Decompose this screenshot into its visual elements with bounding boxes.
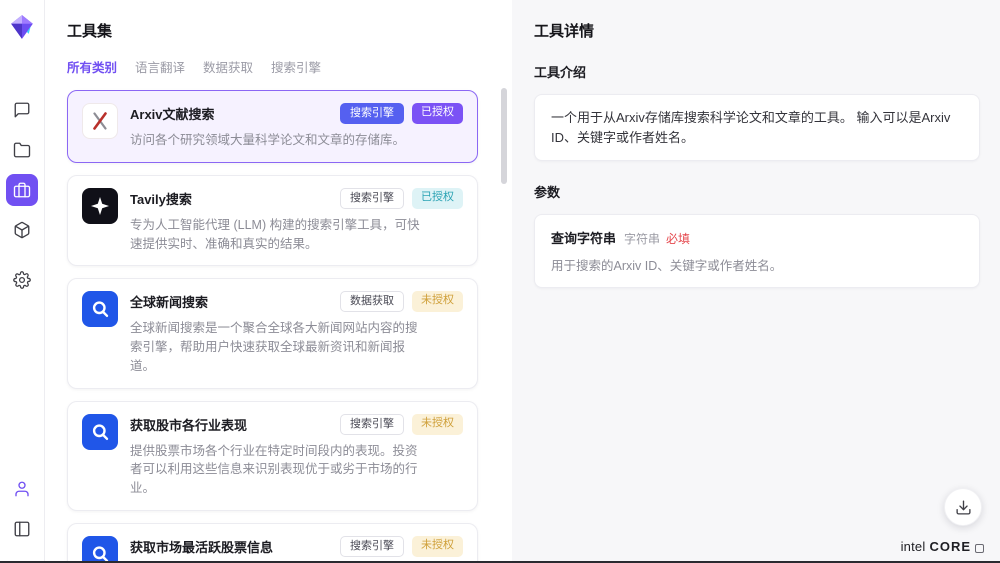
sidebar-item-files[interactable] <box>6 134 38 166</box>
tool-card-1[interactable]: Tavily搜索 搜索引擎已授权专为人工智能代理 (LLM) 构建的搜索引擎工具，… <box>67 175 478 267</box>
tool-description: 提供股票市场各个行业在特定时间段内的表现。投资者可以利用这些信息来识别表现优于或… <box>130 442 425 498</box>
tool-description: 访问各个研究领域大量科学论文和文章的存储库。 <box>130 131 425 150</box>
core-wordmark: CORE <box>929 539 971 554</box>
scrollbar-thumb[interactable] <box>501 88 507 184</box>
tool-name: 获取市场最活跃股票信息 <box>130 537 273 556</box>
tool-name: 全球新闻搜索 <box>130 292 208 311</box>
tool-name: Tavily搜索 <box>130 189 192 208</box>
param-card-0: 查询字符串字符串必填用于搜索的Arxiv ID、关键字或作者姓名。 <box>534 214 980 288</box>
sidebar-bottom-group <box>6 473 38 553</box>
app-logo-icon <box>9 14 35 40</box>
category-badge: 搜索引擎 <box>340 536 404 557</box>
intro-text: 一个用于从Arxiv存储库搜索科学论文和文章的工具。 输入可以是Arxiv ID… <box>551 108 963 147</box>
params-section-title: 参数 <box>534 182 980 201</box>
tab-3[interactable]: 搜索引擎 <box>271 57 321 76</box>
user-icon <box>13 480 31 498</box>
tool-description: 全球新闻搜索是一个聚合全球各大新闻网站内容的搜索引擎，帮助用户快速获取全球最新资… <box>130 319 425 375</box>
layout-sidebar-icon <box>13 520 31 538</box>
intro-section-title: 工具介绍 <box>534 62 980 81</box>
tool-detail-panel: 工具详情 工具介绍 一个用于从Arxiv存储库搜索科学论文和文章的工具。 输入可… <box>512 0 1000 563</box>
tool-card-body: 获取股市各行业表现 搜索引擎未授权提供股票市场各个行业在特定时间段内的表现。投资者… <box>130 414 463 498</box>
cube-icon <box>13 221 31 239</box>
sidebar <box>0 0 45 563</box>
intel-core-logo: intel CORE <box>901 539 984 554</box>
news-icon <box>82 414 118 450</box>
tool-card-2[interactable]: 全球新闻搜索 数据获取未授权全球新闻搜索是一个聚合全球各大新闻网站内容的搜索引擎，… <box>67 278 478 388</box>
sidebar-item-apps[interactable] <box>6 214 38 246</box>
tool-card-body: 全球新闻搜索 数据获取未授权全球新闻搜索是一个聚合全球各大新闻网站内容的搜索引擎，… <box>130 291 463 375</box>
tool-list-title: 工具集 <box>67 20 478 41</box>
auth-status-badge: 已授权 <box>412 188 463 209</box>
auth-status-badge: 未授权 <box>412 291 463 312</box>
sidebar-item-tools[interactable] <box>6 174 38 206</box>
tool-card-list: Arxiv文献搜索搜索引擎已授权访问各个研究领域大量科学论文和文章的存储库。Ta… <box>67 90 478 563</box>
param-type: 字符串 <box>624 230 660 247</box>
tool-card-body: 获取市场最活跃股票信息搜索引擎未授权提供当天交易量最高的股票列表，投资者可以利用… <box>130 536 463 563</box>
tool-card-body: Arxiv文献搜索 搜索引擎已授权访问各个研究领域大量科学论文和文章的存储库。 <box>130 103 463 150</box>
category-badge: 数据获取 <box>340 291 404 312</box>
tool-name: Arxiv文献搜索 <box>130 104 215 123</box>
category-tabs: 所有类别语言翻译数据获取搜索引擎 <box>67 57 478 76</box>
download-button[interactable] <box>944 488 982 526</box>
sidebar-item-settings[interactable] <box>6 264 38 296</box>
tab-0[interactable]: 所有类别 <box>67 57 117 76</box>
gear-icon <box>13 271 31 289</box>
tool-card-0[interactable]: Arxiv文献搜索 搜索引擎已授权访问各个研究领域大量科学论文和文章的存储库。 <box>67 90 478 163</box>
folder-icon <box>13 141 31 159</box>
auth-status-badge: 未授权 <box>412 414 463 435</box>
tool-description: 专为人工智能代理 (LLM) 构建的搜索引擎工具，可快速提供实时、准确和真实的结… <box>130 216 425 254</box>
param-list: 查询字符串字符串必填用于搜索的Arxiv ID、关键字或作者姓名。 <box>534 214 980 288</box>
briefcase-icon <box>13 181 31 199</box>
param-name: 查询字符串 <box>551 228 616 247</box>
intel-wordmark: intel <box>901 539 926 554</box>
param-required-flag: 必填 <box>666 230 690 247</box>
category-badge: 搜索引擎 <box>340 414 404 435</box>
auth-status-badge: 未授权 <box>412 536 463 557</box>
news-icon <box>82 291 118 327</box>
sidebar-item-user[interactable] <box>6 473 38 505</box>
arxiv-icon <box>82 103 118 139</box>
tab-1[interactable]: 语言翻译 <box>135 57 185 76</box>
auth-status-badge: 已授权 <box>412 103 463 124</box>
category-badge: 搜索引擎 <box>340 103 404 124</box>
sidebar-item-collapse[interactable] <box>6 513 38 545</box>
param-description: 用于搜索的Arxiv ID、关键字或作者姓名。 <box>551 255 963 274</box>
download-icon <box>955 499 972 516</box>
tavily-icon <box>82 188 118 224</box>
tool-list-panel: 工具集 所有类别语言翻译数据获取搜索引擎 Arxiv文献搜索搜索引擎已授权访问各… <box>45 0 512 563</box>
app-window: 工具集 所有类别语言翻译数据获取搜索引擎 Arxiv文献搜索搜索引擎已授权访问各… <box>0 0 1000 563</box>
tool-card-4[interactable]: 获取市场最活跃股票信息搜索引擎未授权提供当天交易量最高的股票列表，投资者可以利用… <box>67 523 478 563</box>
core-badge-box <box>975 544 984 553</box>
intro-card: 一个用于从Arxiv存储库搜索科学论文和文章的工具。 输入可以是Arxiv ID… <box>534 94 980 161</box>
tool-name: 获取股市各行业表现 <box>130 415 247 434</box>
category-badge: 搜索引擎 <box>340 188 404 209</box>
news-icon <box>82 536 118 563</box>
tool-card-3[interactable]: 获取股市各行业表现 搜索引擎未授权提供股票市场各个行业在特定时间段内的表现。投资者… <box>67 401 478 511</box>
detail-title: 工具详情 <box>534 20 980 41</box>
tool-card-body: Tavily搜索 搜索引擎已授权专为人工智能代理 (LLM) 构建的搜索引擎工具，… <box>130 188 463 254</box>
sidebar-item-chat[interactable] <box>6 94 38 126</box>
chat-icon <box>13 101 31 119</box>
tab-2[interactable]: 数据获取 <box>203 57 253 76</box>
